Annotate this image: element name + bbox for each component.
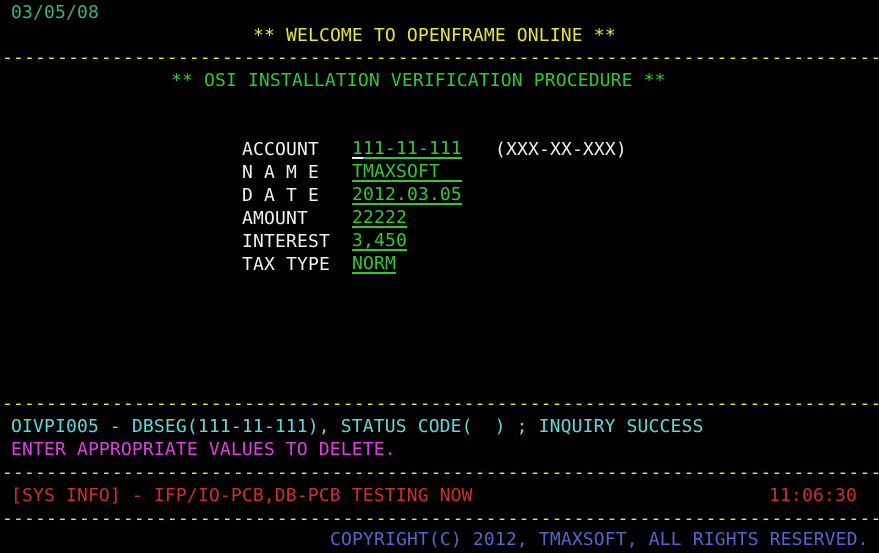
sys-info-message: [SYS INFO] - IFP/IO-PCB,DB-PCB TESTING N… (11, 486, 473, 509)
separator-line-status-bottom: ----------------------------------------… (2, 463, 879, 486)
date-label: D A T E (242, 186, 319, 209)
clock-time: 11:06:30 (769, 486, 857, 509)
copyright-notice: COPYRIGHT(C) 2012, TMAXSOFT, ALL RIGHTS … (330, 530, 869, 553)
name-field[interactable]: TMAXSOFT (352, 163, 462, 182)
tax-type-field[interactable]: NORM (352, 255, 396, 274)
welcome-title: ** WELCOME TO OPENFRAME ONLINE ** (253, 26, 616, 49)
terminal-screen: 03/05/08 ** WELCOME TO OPENFRAME ONLINE … (0, 0, 879, 553)
procedure-subtitle: ** OSI INSTALLATION VERIFICATION PROCEDU… (171, 71, 666, 94)
amount-field[interactable]: 22222 (352, 209, 407, 228)
screen-date: 03/05/08 (11, 3, 99, 26)
account-field[interactable]: 111-11-111 (352, 140, 462, 159)
text-cursor (352, 157, 363, 159)
tax-type-label: TAX TYPE (242, 255, 330, 278)
interest-field[interactable]: 3,450 (352, 232, 407, 251)
separator-line-status-top: ----------------------------------------… (2, 394, 879, 417)
account-format-hint: (XXX-XX-XXX) (495, 140, 627, 163)
name-label: N A M E (242, 163, 319, 186)
interest-label: INTEREST (242, 232, 330, 255)
prompt-message: ENTER APPROPRIATE VALUES TO DELETE. (11, 440, 396, 463)
amount-label: AMOUNT (242, 209, 308, 232)
status-message: OIVPI005 - DBSEG(111-11-111), STATUS COD… (11, 417, 704, 440)
account-label: ACCOUNT (242, 140, 319, 163)
separator-line-top: ----------------------------------------… (2, 48, 879, 71)
date-field[interactable]: 2012.03.05 (352, 186, 462, 205)
